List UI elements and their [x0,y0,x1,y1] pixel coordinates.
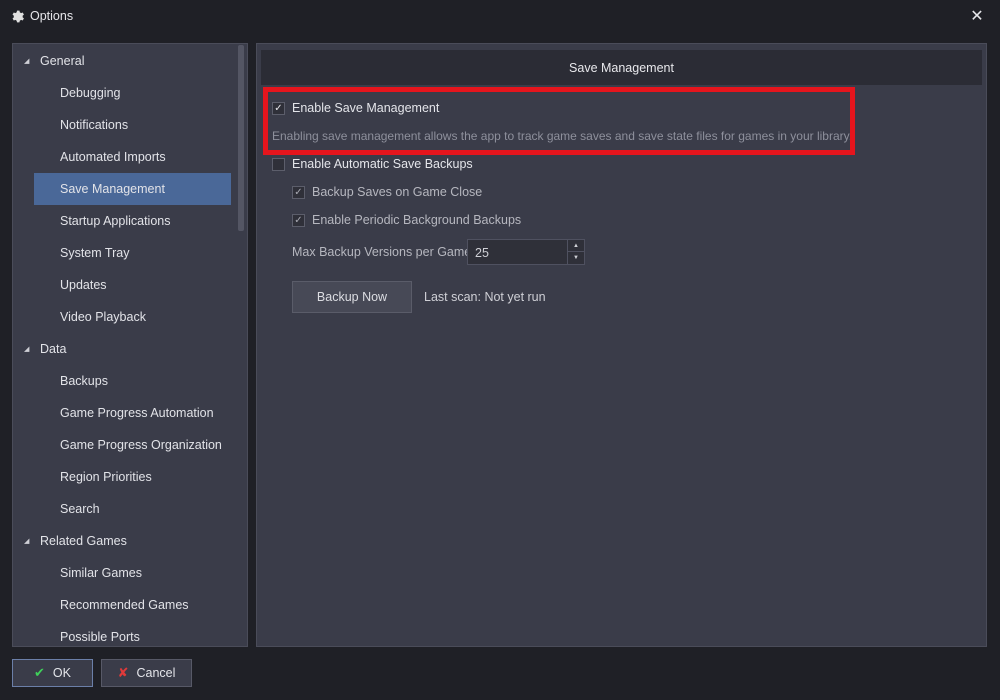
title-bar: Options ✕ [0,0,1000,32]
last-scan-status: Last scan: Not yet run [424,290,546,304]
enable-auto-backups-checkbox[interactable]: Enable Automatic Save Backups [272,157,473,171]
sidebar-item-label: Backups [60,374,108,388]
close-icon[interactable]: ✕ [968,7,986,25]
checkbox-label: Enable Save Management [292,101,440,115]
sidebar-item-game-progress-automation[interactable]: Game Progress Automation [13,397,235,429]
sidebar-item-possible-ports[interactable]: Possible Ports [13,621,235,646]
sidebar-item-label: Notifications [60,118,129,132]
sidebar-item-region-priorities[interactable]: Region Priorities [13,461,235,493]
sidebar-item-label: Similar Games [60,566,142,580]
checkmark-icon: ✓ [272,101,285,115]
tree-group-label: Data [40,342,67,356]
sidebar-item-debugging[interactable]: Debugging [13,77,235,109]
tree-group-label: General [40,54,85,68]
sidebar-item-label: Search [60,502,100,516]
cancel-button[interactable]: ✘ Cancel [101,659,192,687]
cancel-x-icon: ✘ [117,665,129,680]
sidebar-item-label: Recommended Games [60,598,189,612]
cancel-button-label: Cancel [136,666,176,680]
max-versions-stepper[interactable]: 25 ▲ ▼ [467,239,585,265]
enable-save-management-checkbox[interactable]: ✓ Enable Save Management [272,101,439,115]
tree-group-related-games[interactable]: ◢ Related Games [13,525,235,557]
sidebar-item-label: Debugging [60,86,121,100]
tree-group-label: Related Games [40,534,127,548]
sidebar-scrollbar[interactable] [238,45,244,231]
max-versions-value[interactable]: 25 [475,246,489,260]
checkbox-label: Enable Automatic Save Backups [292,157,473,171]
ok-button-label: OK [52,666,71,680]
sidebar-item-similar-games[interactable]: Similar Games [13,557,235,589]
backup-on-close-checkbox[interactable]: ✓ Backup Saves on Game Close [292,185,482,199]
sidebar-item-label: Region Priorities [60,470,152,484]
stepper-down-icon[interactable]: ▼ [568,252,584,264]
sidebar-item-label: Save Management [60,182,165,196]
sidebar-item-game-progress-organization[interactable]: Game Progress Organization [13,429,235,461]
sidebar-item-label: Automated Imports [60,150,166,164]
sidebar-item-label: System Tray [60,246,130,260]
stepper-buttons: ▲ ▼ [567,240,584,264]
sidebar-item-search[interactable]: Search [13,493,235,525]
ok-button[interactable]: ✔ OK [12,659,93,687]
sidebar-item-automated-imports[interactable]: Automated Imports [13,141,235,173]
max-versions-label: Max Backup Versions per Game [292,245,472,259]
checkbox-empty [272,157,285,171]
sidebar-item-startup-applications[interactable]: Startup Applications [13,205,235,237]
sidebar-item-label: Game Progress Automation [60,406,214,420]
tree-group-data[interactable]: ◢ Data [13,333,235,365]
sidebar-item-backups[interactable]: Backups [13,365,235,397]
sidebar-item-label: Video Playback [60,310,146,324]
panel-title: Save Management [261,50,982,85]
sidebar-item-label: Startup Applications [60,214,171,228]
checkmark-icon: ✓ [292,213,305,227]
window-title: Options [30,9,74,23]
sidebar-item-system-tray[interactable]: System Tray [13,237,235,269]
sidebar-item-recommended-games[interactable]: Recommended Games [13,589,235,621]
sidebar-item-label: Possible Ports [60,630,140,644]
checkbox-label: Backup Saves on Game Close [312,185,483,199]
tree-group-general[interactable]: ◢ General [13,45,235,77]
stepper-up-icon[interactable]: ▲ [568,240,584,252]
backup-now-button[interactable]: Backup Now [292,281,412,313]
sidebar-item-label: Updates [60,278,107,292]
gear-icon [10,9,24,23]
checkmark-icon: ✔ [34,665,45,680]
caret-down-icon: ◢ [24,58,30,65]
sidebar-item-video-playback[interactable]: Video Playback [13,301,235,333]
caret-down-icon: ◢ [24,538,30,545]
sidebar-item-notifications[interactable]: Notifications [13,109,235,141]
sidebar-item-updates[interactable]: Updates [13,269,235,301]
sidebar-item-save-management[interactable]: Save Management [34,173,231,205]
sidebar-item-label: Game Progress Organization [60,438,222,452]
checkbox-label: Enable Periodic Background Backups [312,213,522,227]
caret-down-icon: ◢ [24,346,30,353]
options-sidebar: ◢ General Debugging Notifications Automa… [12,43,248,647]
periodic-backups-checkbox[interactable]: ✓ Enable Periodic Background Backups [292,213,521,227]
checkmark-icon: ✓ [292,185,305,199]
enable-hint-text: Enabling save management allows the app … [272,129,853,143]
